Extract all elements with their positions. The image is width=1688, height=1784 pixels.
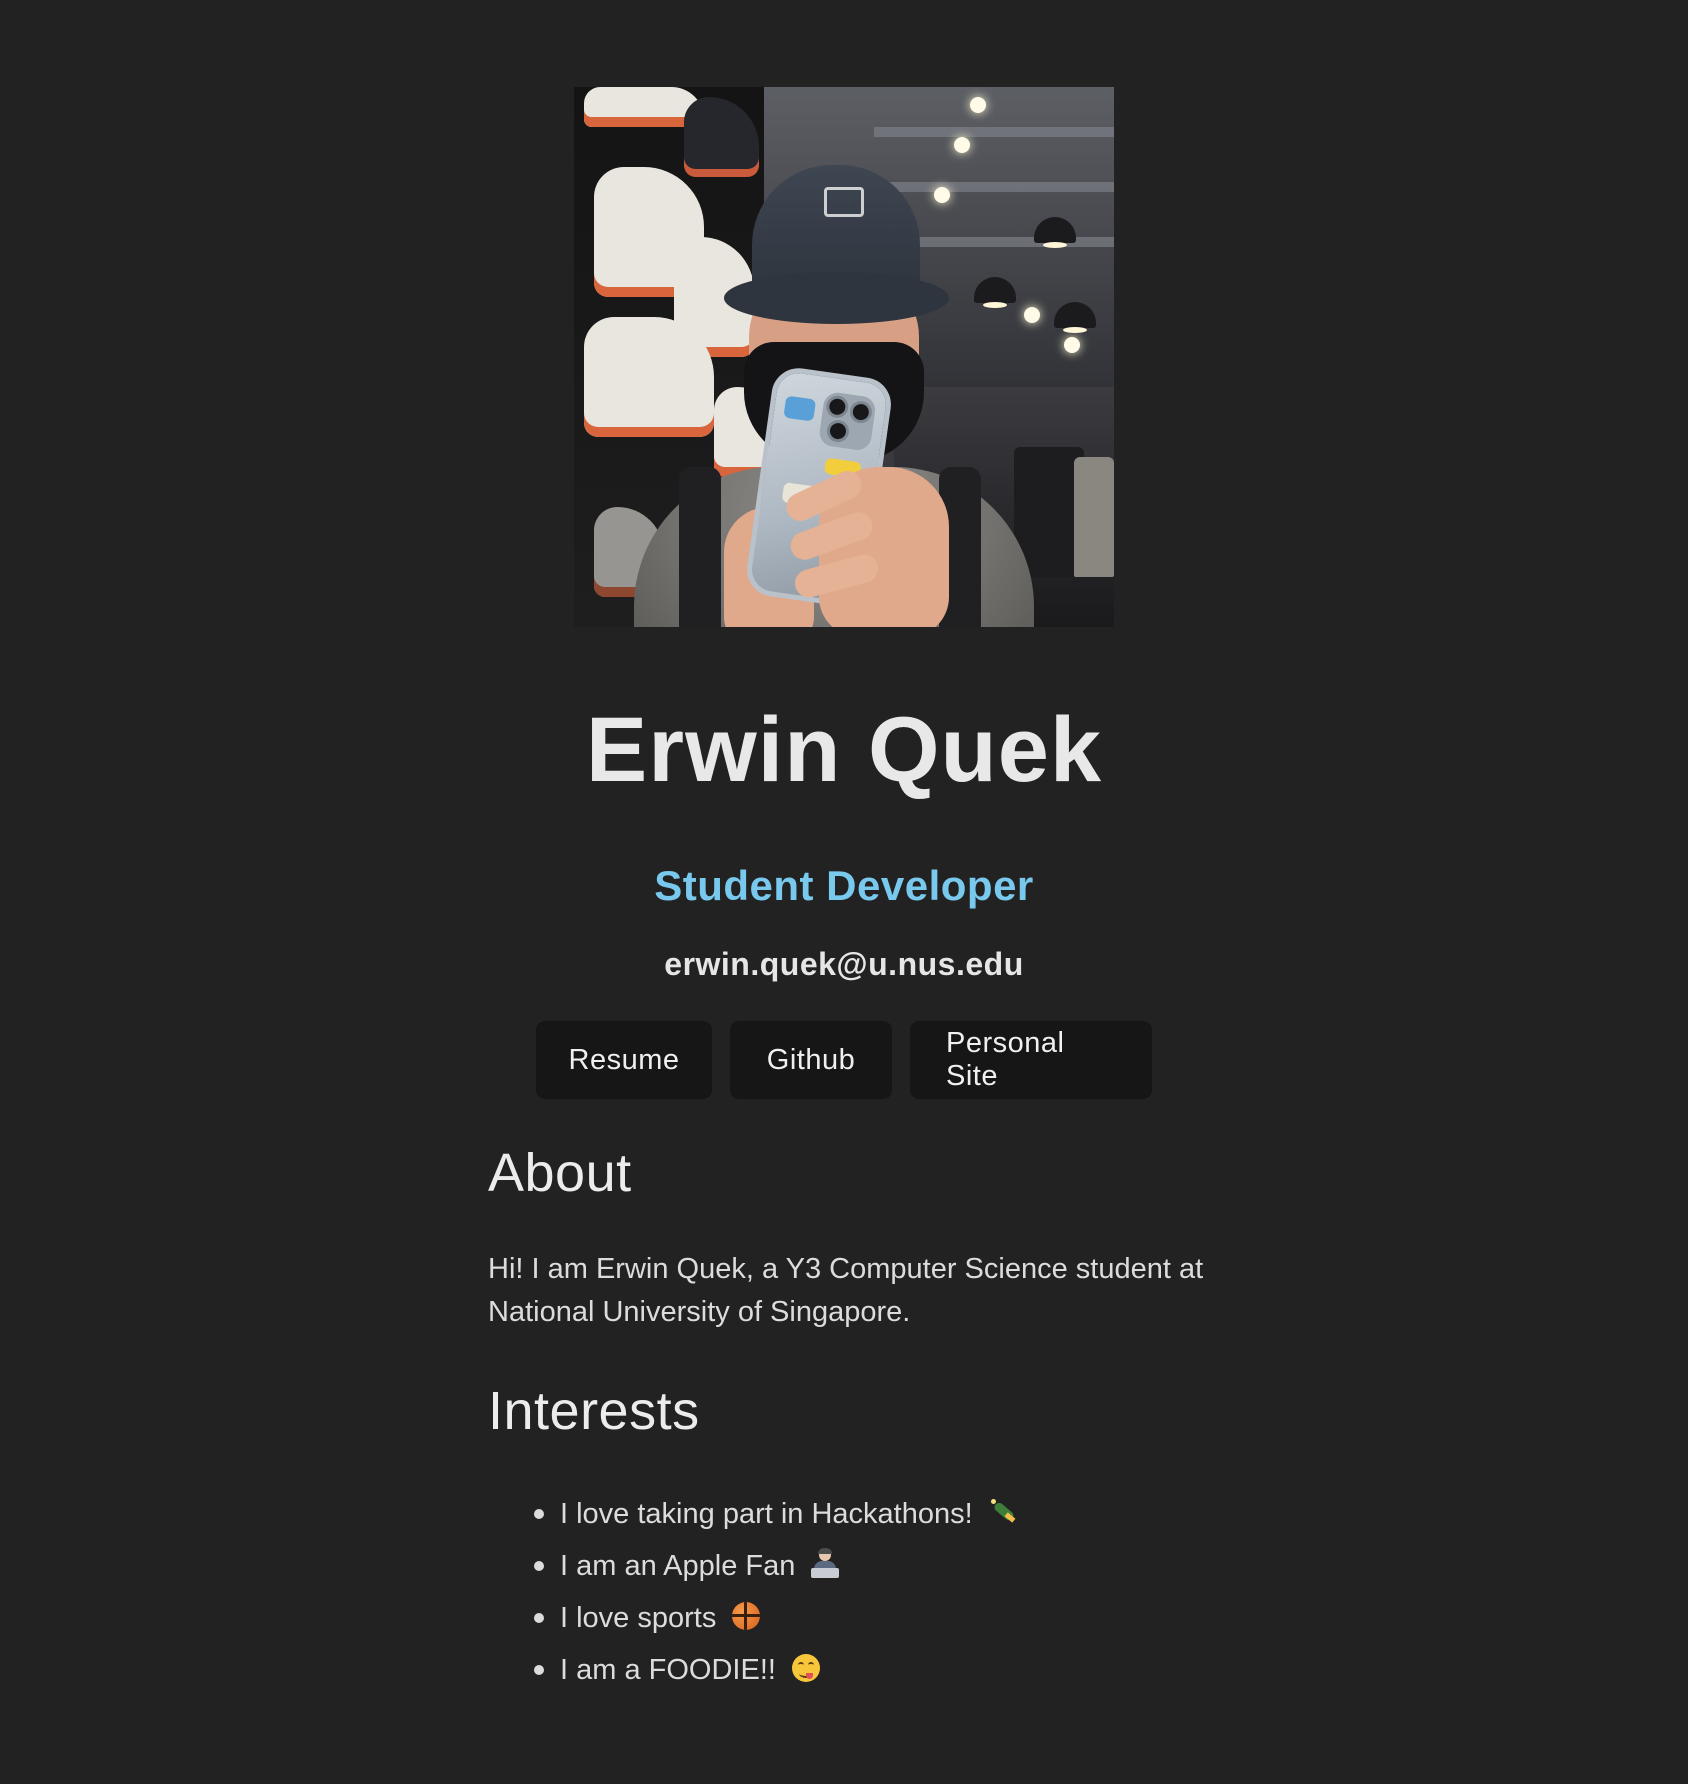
profile-photo <box>574 87 1114 627</box>
bottle-icon <box>989 1497 1019 1527</box>
about-text: Hi! I am Erwin Quek, a Y3 Computer Scien… <box>488 1253 1204 1328</box>
bullet-icon <box>534 1613 544 1623</box>
resume-button[interactable]: Resume <box>536 1021 712 1099</box>
about-heading: About <box>488 1143 632 1203</box>
interest-text: I love sports <box>560 1602 717 1634</box>
interests-heading: Interests <box>488 1381 700 1441</box>
bullet-icon <box>534 1665 544 1675</box>
profile-page: Erwin Quek Student Developer erwin.quek@… <box>0 0 1688 1784</box>
interest-text: I am an Apple Fan <box>560 1550 796 1582</box>
bullet-icon <box>534 1509 544 1519</box>
list-item: I love taking part in Hackathons! <box>488 1488 1019 1540</box>
basketball-icon <box>732 1602 761 1631</box>
bullet-icon <box>534 1561 544 1571</box>
profile-role: Student Developer <box>654 862 1034 909</box>
github-button[interactable]: Github <box>730 1021 892 1099</box>
list-item: I love sports <box>488 1592 1019 1644</box>
profile-name: Erwin Quek <box>585 699 1103 801</box>
interest-text: I am a FOODIE!! <box>560 1654 776 1686</box>
technologist-icon <box>811 1548 840 1579</box>
personal-site-button[interactable]: Personal Site <box>910 1021 1152 1099</box>
list-item: I am a FOODIE!! <box>488 1644 1019 1696</box>
list-item: I am an Apple Fan <box>488 1540 1019 1592</box>
yum-face-icon <box>792 1654 820 1683</box>
profile-email[interactable]: erwin.quek@u.nus.edu <box>0 942 1688 986</box>
interest-text: I love taking part in Hackathons! <box>560 1498 973 1530</box>
interests-list: I love taking part in Hackathons! I am a… <box>488 1488 1019 1696</box>
link-button-row: Resume Github Personal Site <box>0 1021 1688 1099</box>
